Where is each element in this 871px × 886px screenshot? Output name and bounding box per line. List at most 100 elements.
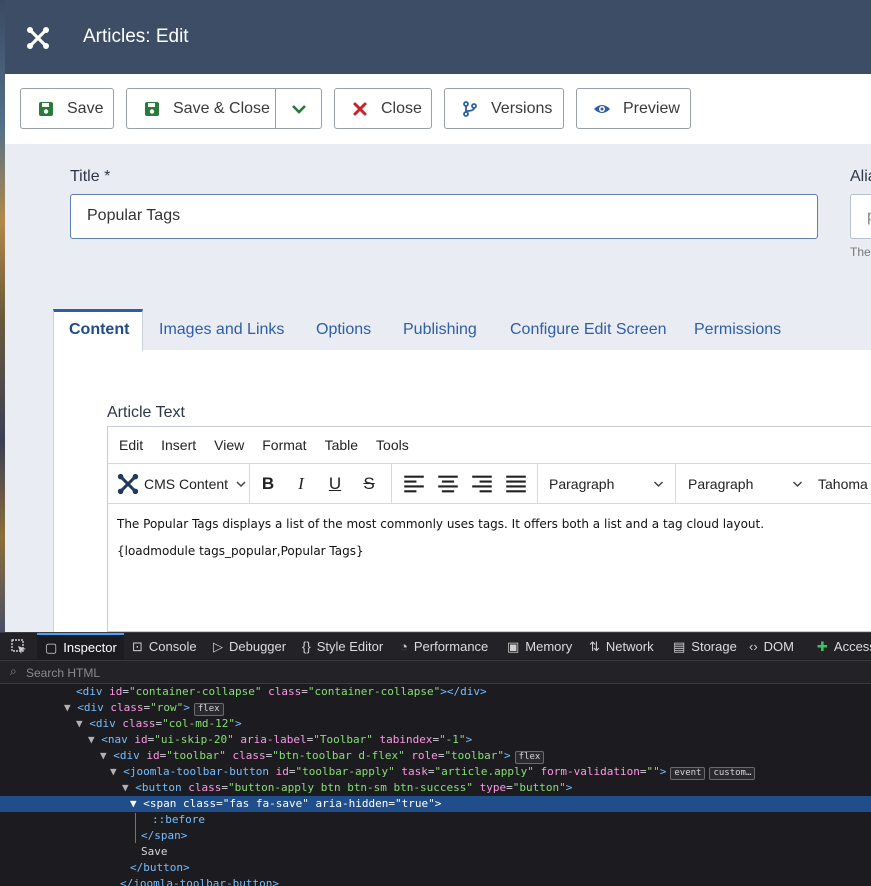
eye-icon	[594, 104, 610, 113]
save-close-label: Save & Close	[173, 99, 270, 117]
italic-button[interactable]: I	[290, 473, 312, 495]
underline-button[interactable]: U	[324, 473, 346, 495]
custom-badge[interactable]: custom…	[709, 767, 756, 780]
flex-badge[interactable]: flex	[193, 703, 224, 716]
toolbar-separator	[249, 464, 250, 504]
dom-node[interactable]: ▼ <div class="row"> flex	[0, 700, 871, 716]
joomla-logo-icon	[117, 473, 139, 495]
dom-node[interactable]: ::before	[0, 812, 871, 828]
align-center-icon[interactable]	[437, 473, 459, 495]
tab-permissions[interactable]: Permissions	[694, 309, 781, 351]
debugger-icon: ▷	[213, 638, 223, 654]
dom-node[interactable]: ▼ <div id="toolbar" class="btn-toolbar d…	[0, 748, 871, 764]
save-button[interactable]: Save	[20, 88, 114, 129]
font-family-dropdown[interactable]: Tahoma	[818, 476, 868, 492]
tab-options[interactable]: Options	[316, 309, 371, 351]
search-icon: ⌕	[10, 664, 17, 678]
close-icon	[353, 102, 367, 115]
versions-button[interactable]: Versions	[444, 88, 564, 129]
menu-edit[interactable]: Edit	[119, 437, 143, 453]
tab-label: Debugger	[229, 639, 287, 654]
alias-hint: The	[850, 245, 871, 259]
menu-table[interactable]: Table	[325, 437, 358, 453]
dom-node[interactable]: </joomla-toolbar-button>	[0, 876, 871, 886]
editor-paragraph[interactable]: {loadmodule tags_popular,Popular Tags}	[117, 544, 364, 558]
storage-icon: ▤	[673, 638, 686, 654]
block-format-dropdown[interactable]: Paragraph	[549, 476, 614, 492]
save-dropdown-toggle[interactable]	[275, 89, 321, 128]
tab-content[interactable]: Content	[53, 309, 143, 351]
bold-button[interactable]: B	[257, 473, 279, 495]
align-right-icon[interactable]	[471, 473, 493, 495]
toolbar: Save Save & Close Close Versions Preview	[5, 74, 871, 144]
tab-accessibility[interactable]: ✚ Access	[817, 633, 871, 660]
save-close-button[interactable]: Save & Close	[126, 88, 322, 129]
alias-label: Alia	[850, 168, 871, 185]
tab-configure-edit-screen[interactable]: Configure Edit Screen	[510, 309, 667, 351]
chevron-down-icon	[291, 104, 306, 114]
alias-input[interactable]: p	[850, 194, 871, 239]
dom-node[interactable]: ▼ <button class="button-apply btn btn-sm…	[0, 780, 871, 796]
memory-icon: ▣	[507, 638, 520, 654]
tab-publishing[interactable]: Publishing	[403, 309, 477, 351]
code-branch-icon	[463, 100, 477, 117]
alias-value: p	[867, 208, 871, 226]
tab-memory[interactable]: ▣ Memory	[507, 633, 572, 660]
preview-button[interactable]: Preview	[576, 88, 691, 129]
element-picker-icon[interactable]	[11, 639, 27, 655]
save-icon	[39, 101, 53, 116]
tab-performance[interactable]: ◔ Performance	[400, 633, 488, 660]
tab-style-editor[interactable]: {} Style Editor	[302, 633, 383, 660]
search-html-input[interactable]: Search HTML	[26, 666, 100, 680]
toolbar-separator	[391, 464, 392, 504]
dom-node[interactable]: ▼ <div class="col-md-12">	[0, 716, 871, 732]
align-justify-icon[interactable]	[505, 473, 527, 495]
save-icon	[145, 101, 159, 116]
dom-node[interactable]: ▼ <nav id="ui-skip-20" aria-label="Toolb…	[0, 732, 871, 748]
search-html-bar[interactable]: ⌕ Search HTML	[0, 660, 871, 684]
title-input[interactable]: Popular Tags	[70, 194, 818, 239]
tab-console[interactable]: ⊡ Console	[132, 633, 197, 660]
editor-paragraph[interactable]: The Popular Tags displays a list of the …	[117, 517, 764, 531]
cms-content-dropdown[interactable]: CMS Content	[116, 472, 246, 496]
tab-label: Storage	[691, 639, 737, 654]
paragraph-dropdown[interactable]: Paragraph	[688, 476, 753, 492]
paragraph-label: Paragraph	[688, 476, 754, 492]
app-header: Articles: Edit	[5, 0, 871, 74]
tab-label: DOM	[763, 639, 795, 654]
tab-debugger[interactable]: ▷ Debugger	[213, 633, 286, 660]
title-label: Title *	[70, 168, 111, 185]
close-button[interactable]: Close	[334, 88, 432, 129]
dom-node-selected[interactable]: ▼ <span class="fas fa-save" aria-hidden=…	[0, 796, 871, 812]
menu-tools[interactable]: Tools	[376, 437, 409, 453]
accessibility-icon: ✚	[817, 638, 828, 654]
dom-tree: <div id="container-collapse" class="cont…	[0, 684, 871, 886]
tab-inspector[interactable]: ▢ Inspector	[37, 633, 124, 660]
chevron-down-icon	[792, 481, 803, 488]
tab-label: Access	[833, 639, 871, 654]
tab-images-and-links[interactable]: Images and Links	[159, 309, 284, 351]
close-label: Close	[381, 99, 422, 117]
selection-guide-line	[135, 813, 136, 843]
flex-badge[interactable]: flex	[514, 751, 545, 764]
dom-node[interactable]: </span>	[0, 828, 871, 844]
event-badge[interactable]: event	[670, 767, 706, 780]
block-format-label: Paragraph	[549, 476, 615, 492]
dom-node[interactable]: ▼ <joomla-toolbar-button id="toolbar-app…	[0, 764, 871, 780]
tab-dom[interactable]: ‹› DOM	[749, 633, 794, 660]
dom-node[interactable]: <div id="container-collapse" class="cont…	[0, 684, 871, 700]
font-family-label: Tahoma	[818, 476, 868, 492]
dom-node[interactable]: </button>	[0, 860, 871, 876]
page-title: Articles: Edit	[83, 26, 189, 47]
menu-view[interactable]: View	[214, 437, 244, 453]
tab-storage[interactable]: ▤ Storage	[673, 633, 737, 660]
tab-label: Memory	[525, 639, 573, 654]
menu-insert[interactable]: Insert	[161, 437, 196, 453]
menu-format[interactable]: Format	[262, 437, 306, 453]
dom-node[interactable]: Save	[0, 844, 871, 860]
strikethrough-button[interactable]: S	[358, 473, 380, 495]
tab-network[interactable]: ⇅ Network	[589, 633, 654, 660]
tab-label: Style Editor	[316, 639, 384, 654]
align-left-icon[interactable]	[403, 473, 425, 495]
devtools-tabbar: ▢ Inspector ⊡ Console ▷ Debugger {} Style Ed…	[0, 632, 871, 660]
